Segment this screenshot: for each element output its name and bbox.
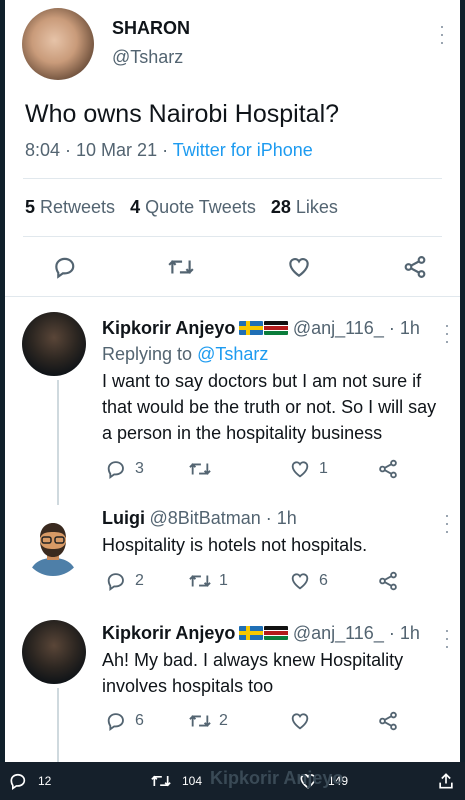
tweet-text: Who owns Nairobi Hospital? <box>25 100 340 128</box>
more-icon[interactable]: · · · <box>442 621 452 655</box>
bottom-reply-button[interactable]: 12 <box>8 762 51 800</box>
divider <box>23 236 442 237</box>
divider <box>23 178 442 179</box>
replying-to-link[interactable]: @Tsharz <box>197 344 268 364</box>
reply-text: Hospitality is hotels not hospitals. <box>102 535 368 555</box>
reply-text: I want to say doctors but I am not sure … <box>102 371 437 443</box>
bottom-retweet-count: 104 <box>182 774 203 788</box>
reply-author-handle[interactable]: @anj_116_ · 1h <box>293 623 420 643</box>
retweet-count: 2 <box>219 712 228 729</box>
author-handle[interactable]: @Tsharz <box>112 47 183 68</box>
like-icon[interactable] <box>289 710 311 732</box>
retweet-icon <box>151 775 171 787</box>
more-icon[interactable]: · · · <box>442 506 452 540</box>
reply-author-handle[interactable]: @anj_116_ · 1h <box>293 318 420 338</box>
bottom-reply-count: 12 <box>38 774 52 788</box>
tweet-meta: 8:04 · 10 Mar 21 · Twitter for iPhone <box>25 140 313 161</box>
avatar-kipkorir[interactable] <box>22 620 86 684</box>
retweets-stat[interactable]: 5 Retweets <box>25 197 115 217</box>
share-icon <box>439 773 453 789</box>
replying-to: Replying to @Tsharz <box>102 344 269 364</box>
share-icon[interactable] <box>377 458 399 480</box>
retweet-icon[interactable] <box>188 710 212 732</box>
retweet-count: 1 <box>219 572 228 589</box>
more-icon[interactable]: · · · <box>437 17 447 51</box>
bottom-share-button[interactable] <box>436 762 465 800</box>
sweden-flag-icon <box>239 626 264 640</box>
like-icon[interactable] <box>289 570 311 592</box>
reply-count: 6 <box>135 712 144 729</box>
like-icon[interactable] <box>286 254 312 280</box>
thread-line <box>57 380 59 505</box>
reply-author-name[interactable]: Kipkorir Anjeyo <box>102 623 235 643</box>
kenya-flag-icon <box>264 321 289 335</box>
avatar-kipkorir[interactable] <box>22 312 86 376</box>
likes-stat[interactable]: 28 Likes <box>271 197 338 217</box>
retweet-icon[interactable] <box>188 570 212 592</box>
reply-author-name[interactable]: Luigi <box>102 508 145 528</box>
like-count: 6 <box>319 572 328 589</box>
reply-icon <box>10 773 26 791</box>
avatar-sharon[interactable] <box>22 8 94 80</box>
quote-tweets-stat[interactable]: 4 Quote Tweets <box>130 197 256 217</box>
tweet-source-link[interactable]: Twitter for iPhone <box>173 140 313 160</box>
reply-header: Luigi @8BitBatman · 1h <box>102 508 297 529</box>
reply-header: Kipkorir Anjeyo @anj_116_ · 1h <box>102 623 420 644</box>
ghost-reply-name: Kipkorir Anjeyo <box>210 768 344 788</box>
reply-author-name[interactable]: Kipkorir Anjeyo <box>102 318 235 338</box>
like-count: 1 <box>319 460 328 477</box>
more-icon[interactable]: · · · <box>442 316 452 350</box>
bottom-retweet-button[interactable]: 104 <box>150 762 202 800</box>
tweet-time-date: 8:04 · 10 Mar 21 · <box>25 140 173 160</box>
reply-count: 3 <box>135 460 144 477</box>
tweet-stats: 5 Retweets 4 Quote Tweets 28 Likes <box>25 197 338 218</box>
reply-count: 2 <box>135 572 144 589</box>
share-icon[interactable] <box>377 570 399 592</box>
reply-icon[interactable] <box>52 254 78 280</box>
like-icon[interactable] <box>289 458 311 480</box>
tweet-detail-card: SHARON @Tsharz · · · Who owns Nairobi Hosp… <box>5 0 460 762</box>
sweden-flag-icon <box>239 321 264 335</box>
author-name[interactable]: SHARON <box>112 18 190 39</box>
retweet-icon[interactable] <box>167 254 195 280</box>
share-icon[interactable] <box>377 710 399 732</box>
share-icon[interactable] <box>402 254 428 280</box>
reply-icon[interactable] <box>105 570 127 592</box>
reply-header: Kipkorir Anjeyo @anj_116_ · 1h <box>102 318 420 339</box>
thread-line <box>57 688 59 762</box>
divider <box>5 296 460 297</box>
avatar-luigi[interactable] <box>23 516 83 576</box>
reply-text: Ah! My bad. I always knew Hospitality in… <box>102 650 404 696</box>
reply-author-handle[interactable]: @8BitBatman · 1h <box>149 508 296 528</box>
reply-icon[interactable] <box>105 458 127 480</box>
kenya-flag-icon <box>264 626 289 640</box>
retweet-icon[interactable] <box>188 458 212 480</box>
reply-icon[interactable] <box>105 710 127 732</box>
